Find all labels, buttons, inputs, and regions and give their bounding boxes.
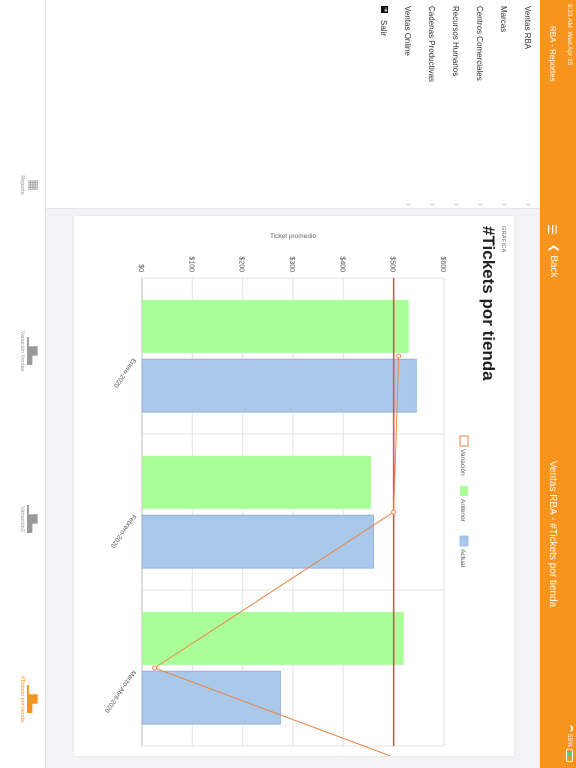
chart-x-tick-labels: Enero-2020 Febrero-2020 Marzo-Abril-2020 (103, 357, 138, 714)
bar-anterior (141, 611, 404, 665)
chevron-left-icon: ❮ (548, 244, 559, 253)
chart-y-axis-title-group: Ticket promedio (270, 233, 316, 240)
tab-bar: ▦ Reporte ▁▆▃ Variación Ventas ▁▆▃ Varia… (0, 0, 46, 768)
bar-chart-icon: ▁▆▃ (27, 337, 41, 365)
sidebar-item-label: Ventas Online (403, 6, 412, 56)
bar-actual (141, 514, 374, 569)
tab-tickets-por-tienda[interactable]: ▁▆▃ #Tickets por tienda (19, 664, 41, 734)
y-tick-label: $500 (389, 256, 396, 272)
chevron-right-icon: › (428, 203, 438, 206)
y-axis-title: Ticket promedio (270, 233, 316, 240)
variation-point (391, 509, 397, 515)
y-tick-label: $200 (238, 256, 245, 272)
wifi-icon (566, 724, 573, 732)
bar-actual (141, 670, 281, 725)
menu-icon[interactable]: ☰ (545, 224, 559, 235)
chevron-right-icon: › (500, 203, 510, 206)
bar-chart-icon: ▁▆▃ (27, 505, 41, 533)
page-title: Ventas RBA - #Tickets por tienda (547, 460, 558, 608)
y-tick-label: $0 (137, 264, 144, 272)
chevron-right-icon: › (524, 203, 534, 206)
y-tick-label: $100 (187, 256, 194, 272)
battery-percent: 55% (566, 733, 573, 747)
legend-swatch-actual (459, 535, 469, 547)
battery-icon (566, 749, 573, 762)
app-screen: 9:23 AM Wed Apr 15 55% RBA - Reportes ☰ … (0, 0, 576, 768)
sidebar-item-label: Centros Comerciales (475, 6, 484, 81)
sidebar-item-label: Cadenas Productivas (427, 6, 436, 83)
sidebar-item-label: Marcas (499, 6, 508, 33)
tab-label: #Tickets por tienda (19, 675, 25, 723)
x-tick-label: Marzo-Abril-2020 (103, 669, 138, 714)
tab-label: Variación2 (19, 506, 25, 532)
sidebar-item-centros-comerciales[interactable]: Centros Comerciales › (466, 6, 488, 206)
variation-point (396, 353, 402, 359)
grid-icon: ▦ (27, 179, 41, 191)
chevron-right-icon: › (476, 203, 486, 206)
status-bar: 9:23 AM Wed Apr 15 55% (562, 0, 576, 768)
sidebar-item-recursos-humanos[interactable]: Recursos Humanos › (442, 6, 464, 206)
chart-legend[interactable]: Variación Anterior Actual (459, 435, 469, 568)
legend-swatch-variación (459, 435, 469, 447)
back-label: Back (548, 255, 559, 278)
chart-card: GRÁFICA #Tickets por tienda $0 $100 $200 $3… (74, 216, 514, 756)
legend-swatch-anterior (460, 486, 468, 496)
sidebar-item-ventas-online[interactable]: Ventas Online › (394, 6, 416, 206)
app-title: RBA - Reportes (548, 26, 557, 82)
sidebar-item-salir[interactable]: ➔ Salir (370, 6, 392, 206)
status-right: 55% (566, 724, 573, 762)
tab-variacion2[interactable]: ▁▆▃ Variación2 (19, 484, 41, 554)
y-tick-label: $600 (439, 256, 446, 272)
sidebar-item-cadenas-productivas[interactable]: Cadenas Productivas › (418, 6, 440, 206)
x-tick-label: Febrero-2020 (109, 513, 138, 550)
time-text: 9:23 AM (566, 4, 573, 28)
date-text: Wed Apr 15 (566, 31, 573, 66)
navigation-bar: 9:23 AM Wed Apr 15 55% RBA - Reportes ☰ … (540, 0, 576, 768)
chart-y-tick-labels: $0 $100 $200 $300 $400 $500 $600 (137, 256, 446, 272)
tab-reporte[interactable]: ▦ Reporte (19, 150, 41, 220)
legend-label: Anterior (459, 499, 466, 523)
sidebar-item-ventas-rba[interactable]: Ventas RBA › (514, 6, 536, 206)
tab-variacion-ventas[interactable]: ▁▆▃ Variación Ventas (19, 316, 41, 386)
tab-label: Reporte (19, 175, 25, 195)
sidebar-item-label: Ventas RBA (523, 6, 532, 50)
y-tick-label: $300 (288, 256, 295, 272)
status-time: 9:23 AM Wed Apr 15 (566, 4, 573, 65)
logout-label: Salir (379, 20, 388, 37)
bar-anterior (142, 299, 409, 353)
tickets-chart: $0 $100 $200 $300 $400 $500 $600 Enero-2020 Feb… (103, 233, 514, 756)
legend-label: Actual (459, 549, 466, 568)
sidebar: Ventas RBA › Marcas › Centros Comerciale… (0, 0, 540, 209)
y-tick-label: $400 (338, 256, 345, 272)
bar-actual (141, 358, 417, 413)
chevron-right-icon: › (404, 203, 414, 206)
tab-label: Variación Ventas (19, 330, 25, 372)
chart-bars (141, 299, 417, 725)
x-tick-label: Enero-2020 (112, 357, 137, 389)
logout-icon: ➔ (381, 6, 388, 13)
sidebar-item-marcas[interactable]: Marcas › (490, 6, 512, 206)
back-button[interactable]: ❮ Back (548, 244, 559, 278)
chevron-right-icon: › (452, 203, 462, 206)
bar-chart-icon: ▁▆▃ (27, 685, 41, 713)
variation-point (152, 665, 158, 671)
legend-label: Variación (459, 449, 466, 476)
bar-anterior (142, 455, 372, 509)
sidebar-item-label: Recursos Humanos (451, 6, 460, 77)
